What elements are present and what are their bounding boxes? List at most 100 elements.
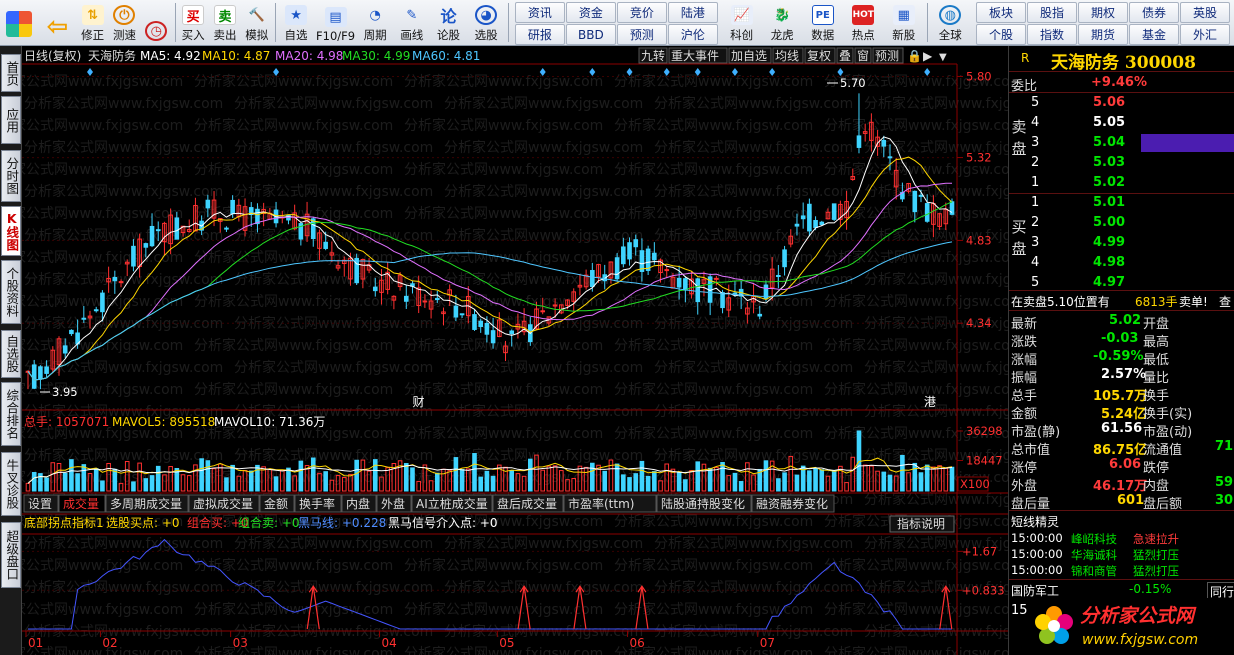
indicator-tab[interactable]: 成交量 [63, 496, 99, 511]
market-btn-index[interactable]: 股指 [1026, 2, 1077, 23]
candle-body [831, 203, 837, 220]
bid-row[interactable]: 1 5.01 [1009, 194, 1234, 212]
info-btn-auction[interactable]: 竞价 [616, 2, 667, 23]
market-btn-forex[interactable]: 外汇 [1179, 24, 1230, 45]
tab-kline[interactable]: K线图 [1, 206, 21, 256]
tab-intraday[interactable]: 分时图 [1, 150, 21, 202]
info-btn-news[interactable]: 资讯 [514, 2, 565, 23]
indicator-tab[interactable]: 陆股通持股变化 [661, 496, 745, 511]
simulate-button[interactable]: 🔨 模拟 [241, 0, 273, 45]
stat-row[interactable]: 外盘 46.17万 内盘 59 [1009, 474, 1234, 494]
info-btn-funds[interactable]: 资金 [565, 2, 616, 23]
bid-row[interactable]: 3 4.99 [1009, 234, 1234, 252]
ask-row[interactable]: 5 5.06 [1009, 94, 1234, 112]
buy-button[interactable]: 买 买入 [178, 0, 210, 45]
ask-row[interactable]: 4 5.05 [1009, 114, 1234, 132]
info-btn-research[interactable]: 研报 [514, 24, 565, 45]
kline-chart-svg[interactable]: 分析家公式网www.fxjgsw.com 分析家公式网www.fxjgsw.com… [0, 46, 1063, 655]
chart-top-button[interactable]: 九转 [641, 48, 665, 63]
stat-row[interactable]: 涨跌 -0.03 最高 [1009, 330, 1234, 350]
stat-row[interactable]: 总市值 86.75亿 流通值 71 [1009, 438, 1234, 458]
stat-row[interactable]: 最新 5.02 开盘 [1009, 312, 1234, 332]
indicator-tab[interactable]: 虚拟成交量 [193, 496, 253, 511]
volume-bar [881, 471, 887, 492]
fix-button[interactable]: ⇅ 修正 [77, 0, 109, 45]
bid-row[interactable]: 2 5.00 [1009, 214, 1234, 232]
watchlist-button[interactable]: ★ 自选 [278, 0, 315, 45]
indicator-tab[interactable]: 金额 [264, 496, 288, 511]
chart-top-button[interactable]: 预测 [875, 49, 899, 63]
info-btn-london[interactable]: 沪伦 [667, 24, 718, 45]
indicator-tab[interactable]: 多周期成交量 [110, 496, 182, 511]
tab-diagnosis[interactable]: 牛叉诊股 [1, 452, 21, 516]
sell-button[interactable]: 卖 卖出 [210, 0, 242, 45]
info-btn-forecast[interactable]: 预测 [616, 24, 667, 45]
tab-watchlist[interactable]: 自选股 [1, 330, 21, 378]
ask-row[interactable]: 2 5.03 [1009, 154, 1234, 172]
market-btn-bonds[interactable]: 债券 [1128, 2, 1179, 23]
draw-button[interactable]: ✎ 画线 [394, 0, 431, 45]
market-btn-options[interactable]: 期权 [1077, 2, 1128, 23]
market-btn-futures[interactable]: 期货 [1077, 24, 1128, 45]
chart-top-button[interactable]: 加自选 [731, 49, 767, 63]
hot-button[interactable]: HOT 热点 [843, 0, 884, 45]
big-order-notice[interactable]: 在卖盘5.10位置有 6813手 卖单! 查 [1009, 292, 1234, 310]
market-btn-fund[interactable]: 基金 [1128, 24, 1179, 45]
stat-row[interactable]: 涨幅 -0.59% 最低 [1009, 348, 1234, 368]
chart-top-button[interactable]: 复权 [807, 49, 831, 63]
spirit-row[interactable]: 15:00:00 锦和商管 猛烈打压 [1009, 562, 1234, 580]
indicator-tab[interactable]: 市盈率(ttm) [568, 496, 634, 511]
stat-row[interactable]: 振幅 2.57% 量比 [1009, 366, 1234, 386]
tab-super-book[interactable]: 超级盘口 [1, 522, 21, 588]
stat-row[interactable]: 金额 5.24亿 换手(实) [1009, 402, 1234, 422]
f10-button[interactable]: ▤ F10/F9 [315, 0, 357, 45]
chart-top-button[interactable]: 叠 [839, 49, 851, 63]
date-tick-label: 04 [381, 636, 396, 650]
chart-top-button[interactable]: 重大事件 [671, 49, 719, 63]
market-btn-stock[interactable]: 个股 [975, 24, 1026, 45]
sector-row[interactable]: 国防军工 -0.15% 同行业 [1009, 581, 1234, 601]
tab-home[interactable]: 首页 [1, 54, 21, 92]
discuss-button[interactable]: 论 论股 [431, 0, 468, 45]
clock-button[interactable]: ◷ [141, 0, 173, 45]
apps-button[interactable] [0, 0, 39, 45]
indicator-tab[interactable]: 盘后成交量 [497, 496, 557, 511]
stat-row[interactable]: 盘后量 601 盘后额 30 [1009, 492, 1234, 512]
dragon-tiger-button[interactable]: 🐉 龙虎 [762, 0, 803, 45]
indicator-tab[interactable]: 换手率 [299, 496, 335, 511]
kline-chart-area[interactable]: 分析家公式网www.fxjgsw.com 分析家公式网www.fxjgsw.com… [0, 46, 1063, 655]
indicator-tab[interactable]: 设置 [28, 497, 52, 511]
ipo-button[interactable]: ▦ 新股 [884, 0, 925, 45]
period-button[interactable]: ◔ 周期 [357, 0, 394, 45]
tab-stock-profile[interactable]: 个股资料 [1, 260, 21, 324]
candle-body [881, 139, 887, 147]
chart-top-button[interactable]: 均线 [775, 49, 799, 63]
market-btn-uk[interactable]: 英股 [1179, 2, 1230, 23]
pick-stock-button[interactable]: ◕ 选股 [467, 0, 506, 45]
tab-ranking[interactable]: 综合排名 [1, 382, 21, 446]
gauge-icon: ◕ [475, 5, 498, 25]
info-btn-hk[interactable]: 陆港 [667, 2, 718, 23]
indicator-tab[interactable]: 外盘 [381, 496, 405, 511]
ask-row[interactable]: 1 5.02 [1009, 174, 1234, 192]
market-btn-indices[interactable]: 指数 [1026, 24, 1077, 45]
global-button[interactable]: ◍ 全球 [930, 0, 972, 45]
tab-apps[interactable]: 应用 [1, 96, 21, 144]
indicator-tab[interactable]: 融资融券变化 [756, 496, 828, 511]
market-btn-sector[interactable]: 板块 [975, 2, 1026, 23]
speedtest-button[interactable]: ⏻ 测速 [109, 0, 141, 45]
stat-row[interactable]: 涨停 6.06 跌停 [1009, 456, 1234, 476]
back-button[interactable]: ⇦ [39, 0, 78, 45]
stat-row[interactable]: 市盈(静) 61.56 市盈(动) [1009, 420, 1234, 440]
star-icon: ★ [285, 5, 308, 25]
chart-top-button[interactable]: 窗 [857, 49, 869, 63]
bid-row[interactable]: 4 4.98 [1009, 254, 1234, 272]
star-market-button[interactable]: 📈 科创 [722, 0, 763, 45]
indicator-help-button[interactable]: 指标说明 [897, 516, 945, 531]
data-button[interactable]: PE 数据 [803, 0, 844, 45]
stat-row[interactable]: 总手 105.7万 换手 [1009, 384, 1234, 404]
indicator-tab[interactable]: AI立桩成交量 [416, 496, 488, 511]
indicator-tab[interactable]: 内盘 [346, 496, 370, 511]
info-btn-bbd[interactable]: BBD [565, 24, 616, 45]
indicator-tick-label: +0.833 [962, 583, 1005, 597]
